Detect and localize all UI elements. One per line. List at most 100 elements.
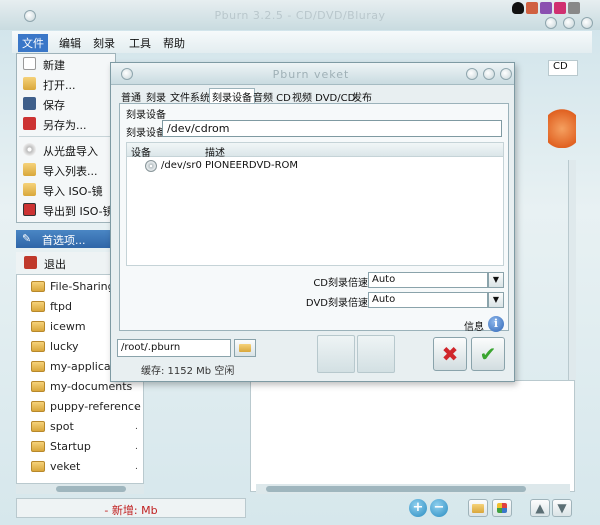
folder-icon: [31, 461, 45, 472]
tree-item[interactable]: Startup.: [17, 437, 143, 457]
file-menu-import-iso[interactable]: 导入 ISO-镜: [17, 180, 115, 200]
dvd-speed-dropdown-icon[interactable]: ▼: [488, 292, 504, 308]
dialog-menu-icon[interactable]: [121, 68, 133, 80]
right-scrollbar-thumb[interactable]: [266, 486, 526, 492]
burn-device-dialog: Pburn veket 普通 刻录 文件系统 刻录设备 音频 CD 视频 DVD…: [110, 62, 515, 382]
tab-publish[interactable]: 发布: [352, 89, 372, 104]
file-menu-import-list[interactable]: 导入列表...: [17, 160, 115, 180]
tray-sound-icon[interactable]: [540, 2, 552, 14]
tray-network-icon[interactable]: [554, 2, 566, 14]
cd-speed-dropdown-icon[interactable]: ▼: [488, 272, 504, 288]
move-up-icon[interactable]: ▲: [530, 499, 550, 517]
file-menu-save[interactable]: 保存: [17, 94, 115, 114]
tray-misc-icon[interactable]: [568, 2, 580, 14]
dialog-title: Pburn veket: [272, 68, 350, 81]
tab-burn[interactable]: 刻录: [146, 89, 166, 104]
folder-icon: [31, 441, 45, 452]
maximize-icon[interactable]: [563, 17, 575, 29]
device-list-header: 设备 描述: [127, 143, 503, 159]
open-folder-icon[interactable]: [468, 499, 488, 517]
folder-icon: [31, 341, 45, 352]
tree-item[interactable]: puppy-reference.: [17, 397, 143, 417]
folder-icon: [31, 401, 45, 412]
main-window-title: Pburn 3.2.5 - CD/DVD/Bluray: [214, 9, 386, 22]
file-menu: 新建 打开... 保存 另存为... 从光盘导入 导入列表... 导入 ISO-…: [16, 53, 116, 223]
burn-list-panel[interactable]: [250, 380, 575, 492]
dialog-minimize-icon[interactable]: [466, 68, 478, 80]
tree-item[interactable]: spot.: [17, 417, 143, 437]
tab-general[interactable]: 普通: [121, 89, 141, 104]
add-icon[interactable]: +: [409, 499, 427, 517]
tree-mark: .: [135, 422, 138, 432]
folder-icon: [31, 421, 45, 432]
cd-speed-select[interactable]: Auto: [368, 272, 488, 288]
tray-app-icon[interactable]: [526, 2, 538, 14]
left-scrollbar[interactable]: [16, 484, 144, 494]
cd-speed-label: CD刻录倍速: [313, 278, 368, 289]
disc-icon: [23, 143, 36, 156]
empty-button[interactable]: [317, 335, 355, 373]
device-path: /dev/sr0: [161, 160, 202, 171]
open-icon: [23, 77, 36, 90]
menu-edit[interactable]: 编辑: [55, 34, 85, 52]
device-description: PIONEERDVD-ROM: [205, 160, 299, 171]
save-as-icon: [23, 117, 36, 130]
ok-button[interactable]: ✔: [471, 337, 505, 371]
cd-type-label: CD: [548, 60, 578, 76]
info-icon[interactable]: i: [488, 316, 504, 332]
device-input[interactable]: /dev/cdrom: [162, 120, 502, 137]
move-down-icon[interactable]: ▼: [552, 499, 572, 517]
tab-audio-cd[interactable]: 音频 CD: [253, 89, 291, 104]
menu-tools[interactable]: 工具: [125, 34, 155, 52]
tree-mark: .: [135, 402, 138, 412]
menu-divider: [19, 136, 115, 137]
menu-help[interactable]: 帮助: [159, 34, 189, 52]
cancel-button[interactable]: ✖: [433, 337, 467, 371]
menu-file[interactable]: 文件: [18, 34, 48, 52]
dialog-maximize-icon[interactable]: [483, 68, 495, 80]
new-file-icon: [23, 57, 36, 70]
folder-icon: [23, 163, 36, 176]
browse-folder-button[interactable]: [234, 339, 256, 357]
right-scrollbar[interactable]: [256, 484, 570, 494]
export-icon: [23, 203, 36, 216]
cache-free-text: 缓存: 1152 Mb 空闲: [141, 366, 235, 377]
file-menu-new[interactable]: 新建: [17, 54, 115, 74]
work-path-input[interactable]: /root/.pburn: [117, 339, 231, 357]
dialog-body: 刻录设备 刻录设备: /dev/cdrom 设备 描述 /dev/sr0 PIO…: [119, 103, 509, 333]
main-titlebar: Pburn 3.2.5 - CD/DVD/Bluray: [0, 0, 600, 30]
folder-icon: [31, 281, 45, 292]
apps-icon[interactable]: [492, 499, 512, 517]
left-scrollbar-thumb[interactable]: [56, 486, 126, 492]
menubar: 文件 编辑 刻录 工具 帮助: [12, 31, 592, 53]
file-menu-import-disc[interactable]: 从光盘导入: [17, 140, 115, 160]
dialog-tabs: 普通 刻录 文件系统 刻录设备 音频 CD 视频 DVD/CD 发布: [119, 88, 509, 104]
wrench-icon: ✎: [22, 232, 32, 245]
folder-icon: [31, 301, 45, 312]
menu-burn[interactable]: 刻录: [89, 34, 119, 52]
tab-burn-device[interactable]: 刻录设备: [209, 88, 255, 104]
cancel-x-icon: ✖: [441, 342, 459, 366]
new-size-text: - 新增: Mb: [104, 504, 158, 517]
file-menu-export-iso[interactable]: 导出到 ISO-镜: [17, 200, 115, 220]
dvd-speed-select[interactable]: Auto: [368, 292, 488, 308]
tree-item[interactable]: veket.: [17, 457, 143, 477]
group-title: 刻录设备: [126, 110, 166, 121]
file-menu-save-as[interactable]: 另存为...: [17, 114, 115, 134]
tab-filesystem[interactable]: 文件系统: [170, 89, 210, 104]
dialog-titlebar[interactable]: Pburn veket: [111, 63, 514, 85]
window-menu-icon[interactable]: [24, 10, 36, 22]
minimize-icon[interactable]: [545, 17, 557, 29]
device-row[interactable]: /dev/sr0 PIONEERDVD-ROM: [127, 157, 503, 175]
pburn-logo-icon: [548, 100, 576, 148]
folder-icon: [23, 183, 36, 196]
remove-icon[interactable]: −: [430, 499, 448, 517]
dialog-close-icon[interactable]: [500, 68, 512, 80]
close-icon[interactable]: [581, 17, 593, 29]
device-list[interactable]: 设备 描述 /dev/sr0 PIONEERDVD-ROM: [126, 142, 504, 266]
info-label: 信息: [464, 322, 484, 333]
tab-video-dvd-cd[interactable]: 视频 DVD/CD: [292, 89, 355, 104]
file-menu-open[interactable]: 打开...: [17, 74, 115, 94]
tux-icon[interactable]: [512, 2, 524, 14]
empty-button[interactable]: [357, 335, 395, 373]
